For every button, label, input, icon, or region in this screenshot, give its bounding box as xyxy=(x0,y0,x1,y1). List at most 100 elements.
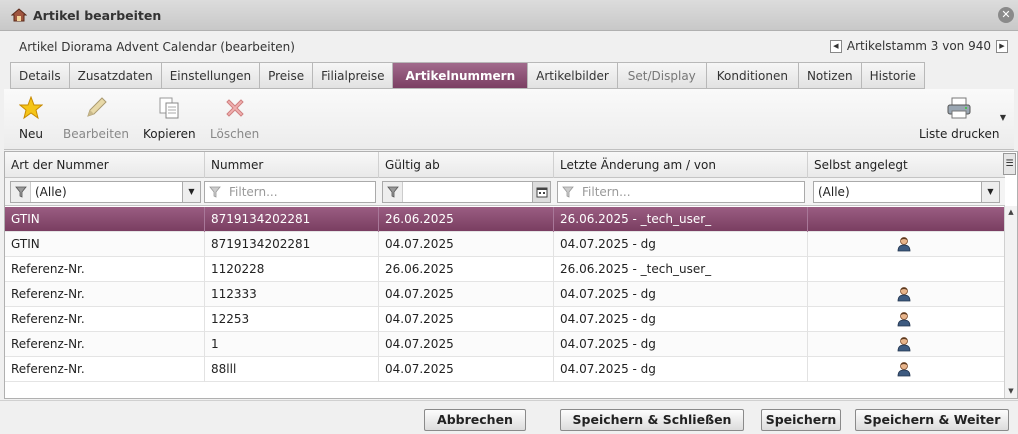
edit-button[interactable]: Bearbeiten xyxy=(63,95,129,141)
filter-row: (Alle) ▼ Filtern... Filtern... (Alle) ▼ xyxy=(5,178,1005,206)
tab-filialpreise[interactable]: Filialpreise xyxy=(313,62,394,89)
cell-valid-from: 04.07.2025 xyxy=(379,307,554,332)
type-filter[interactable]: (Alle) ▼ xyxy=(10,181,201,203)
chevron-down-icon[interactable]: ▼ xyxy=(981,182,999,202)
cell-last-change: 04.07.2025 - dg xyxy=(554,232,808,257)
delete-x-icon xyxy=(222,95,248,121)
close-icon[interactable]: ✕ xyxy=(998,7,1014,23)
table-row[interactable]: Referenz-Nr. 1 04.07.2025 04.07.2025 - d… xyxy=(5,332,1005,357)
tab-details[interactable]: Details xyxy=(10,62,70,89)
cell-type: Referenz-Nr. xyxy=(5,357,205,382)
new-label: Neu xyxy=(19,127,43,141)
cell-last-change: 04.07.2025 - dg xyxy=(554,357,808,382)
cell-number: 112333 xyxy=(205,282,379,307)
tab-konditionen[interactable]: Konditionen xyxy=(706,62,799,89)
printer-icon xyxy=(946,95,972,121)
record-header: Artikel Diorama Advent Calendar (bearbei… xyxy=(0,31,1018,62)
tab-set-display[interactable]: Set/Display xyxy=(617,62,707,89)
user-icon xyxy=(896,336,912,352)
cell-type: Referenz-Nr. xyxy=(5,307,205,332)
cell-self-created xyxy=(808,282,1005,307)
print-dropdown-arrow-icon[interactable]: ▼ xyxy=(1000,113,1006,122)
chevron-down-icon[interactable]: ▼ xyxy=(182,182,200,202)
cell-self-created xyxy=(808,207,1005,232)
cell-valid-from: 04.07.2025 xyxy=(379,282,554,307)
save-and-next-button[interactable]: Speichern & Weiter xyxy=(855,409,1009,431)
self-created-filter-value: (Alle) xyxy=(818,185,850,199)
filter-icon[interactable] xyxy=(383,182,403,202)
cell-type: GTIN xyxy=(5,207,205,232)
self-created-filter[interactable]: (Alle) ▼ xyxy=(813,181,1000,203)
tab-notizen[interactable]: Notizen xyxy=(798,62,862,89)
filter-icon xyxy=(558,182,578,202)
calendar-icon[interactable] xyxy=(532,182,550,202)
cell-number: 12253 xyxy=(205,307,379,332)
valid-from-filter[interactable] xyxy=(382,181,551,203)
edit-label: Bearbeiten xyxy=(63,127,129,141)
window-title: Artikel bearbeiten xyxy=(33,7,162,23)
table-row[interactable]: Referenz-Nr. 112333 04.07.2025 04.07.202… xyxy=(5,282,1005,307)
table-row[interactable]: GTIN 8719134202281 26.06.2025 26.06.2025… xyxy=(5,207,1005,232)
filter-icon xyxy=(205,182,225,202)
house-icon xyxy=(10,6,28,24)
user-icon xyxy=(896,236,912,252)
number-filter-placeholder: Filtern... xyxy=(229,185,278,199)
delete-button[interactable]: Löschen xyxy=(210,95,259,141)
table-row[interactable]: Referenz-Nr. 12253 04.07.2025 04.07.2025… xyxy=(5,307,1005,332)
column-header-type[interactable]: Art der Nummer xyxy=(5,152,205,178)
save-button[interactable]: Speichern xyxy=(761,409,841,431)
cell-self-created xyxy=(808,332,1005,357)
number-filter[interactable]: Filtern... xyxy=(204,181,376,203)
record-title: Artikel Diorama Advent Calendar (bearbei… xyxy=(19,39,295,54)
previous-record-button[interactable]: ◀ xyxy=(829,39,842,53)
table-row[interactable]: GTIN 8719134202281 04.07.2025 04.07.2025… xyxy=(5,232,1005,257)
column-header-number[interactable]: Nummer xyxy=(205,152,379,178)
table-row[interactable]: Referenz-Nr. 1120228 26.06.2025 26.06.20… xyxy=(5,257,1005,282)
cell-number: 8719134202281 xyxy=(205,232,379,257)
tab-bar: Details Zusatzdaten Einstellungen Preise… xyxy=(10,62,925,89)
scroll-down-icon[interactable]: ▼ xyxy=(1005,385,1017,398)
cell-type: Referenz-Nr. xyxy=(5,282,205,307)
title-bar: Artikel bearbeiten ✕ xyxy=(0,0,1018,31)
cell-last-change: 04.07.2025 - dg xyxy=(554,307,808,332)
article-number-grid: Art der Nummer Nummer Gültig ab Letzte Ä… xyxy=(4,151,1018,399)
tab-artikelnummern[interactable]: Artikelnummern xyxy=(393,62,529,89)
copy-button[interactable]: Kopieren xyxy=(143,95,196,141)
tab-artikelbilder[interactable]: Artikelbilder xyxy=(528,62,618,89)
cell-valid-from: 26.06.2025 xyxy=(379,257,554,282)
print-list-button[interactable]: Liste drucken xyxy=(919,95,999,141)
copy-icon xyxy=(156,95,182,121)
next-record-button[interactable]: ▶ xyxy=(996,39,1008,53)
user-icon xyxy=(896,311,912,327)
cell-valid-from: 04.07.2025 xyxy=(379,232,554,257)
grid-rows: GTIN 8719134202281 26.06.2025 26.06.2025… xyxy=(5,207,1005,382)
table-row[interactable]: Referenz-Nr. 88lll 04.07.2025 04.07.2025… xyxy=(5,357,1005,382)
star-icon xyxy=(18,95,44,121)
grid-header: Art der Nummer Nummer Gültig ab Letzte Ä… xyxy=(5,152,1005,178)
cell-self-created xyxy=(808,357,1005,382)
cell-type: GTIN xyxy=(5,232,205,257)
print-label: Liste drucken xyxy=(919,127,1000,141)
delete-label: Löschen xyxy=(210,127,260,141)
copy-label: Kopieren xyxy=(143,127,196,141)
cell-self-created xyxy=(808,307,1005,332)
tab-einstellungen[interactable]: Einstellungen xyxy=(161,62,261,89)
column-chooser-icon[interactable]: ☰ xyxy=(1003,153,1016,175)
new-button[interactable]: Neu xyxy=(18,95,44,141)
pager-text: Artikelstamm 3 von 940 xyxy=(846,39,991,53)
tab-preise[interactable]: Preise xyxy=(260,62,314,89)
last-change-filter[interactable]: Filtern... xyxy=(557,181,805,203)
cancel-button[interactable]: Abbrechen xyxy=(424,409,526,431)
cell-self-created xyxy=(808,257,1005,282)
tab-historie[interactable]: Historie xyxy=(861,62,925,89)
save-and-close-button[interactable]: Speichern & Schließen xyxy=(560,409,744,431)
filter-icon[interactable] xyxy=(11,182,31,202)
tab-zusatzdaten[interactable]: Zusatzdaten xyxy=(69,62,162,89)
cell-valid-from: 04.07.2025 xyxy=(379,357,554,382)
vertical-scrollbar[interactable]: ▲ ▼ xyxy=(1004,206,1017,398)
column-header-valid-from[interactable]: Gültig ab xyxy=(379,152,554,178)
scroll-up-icon[interactable]: ▲ xyxy=(1005,206,1017,219)
cell-type: Referenz-Nr. xyxy=(5,332,205,357)
column-header-last-change[interactable]: Letzte Änderung am / von xyxy=(554,152,808,178)
column-header-self-created[interactable]: Selbst angelegt xyxy=(808,152,1005,178)
